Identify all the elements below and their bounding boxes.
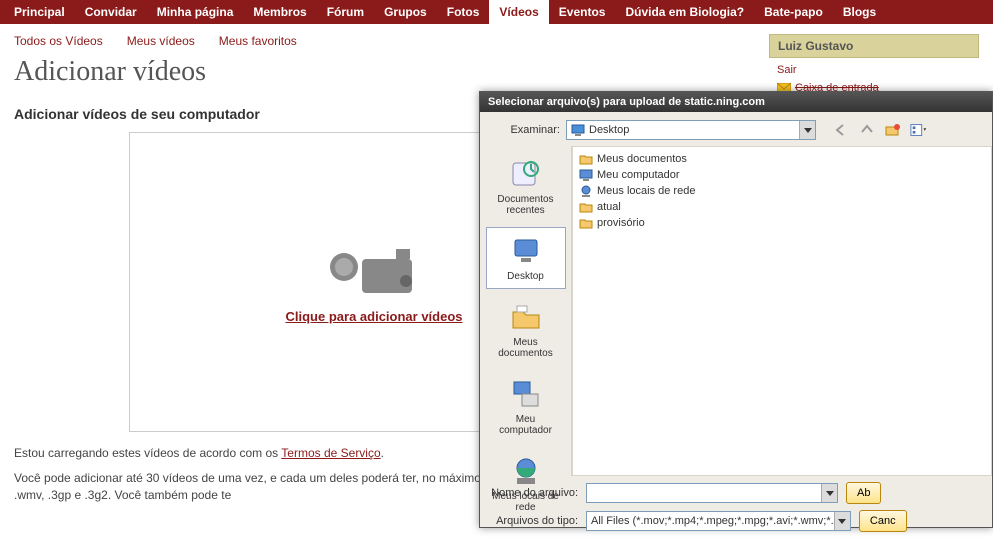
top-nav: PrincipalConvidarMinha páginaMembrosFóru… — [0, 0, 993, 24]
nav-fotos[interactable]: Fotos — [437, 0, 490, 24]
nav-v-deos[interactable]: Vídeos — [489, 0, 548, 24]
dialog-toolbar — [832, 121, 928, 139]
chevron-down-icon[interactable] — [821, 484, 837, 502]
places-desktop[interactable]: Desktop — [486, 227, 566, 289]
places-meu-computador[interactable]: Meu computador — [486, 370, 566, 443]
terms-post: . — [381, 446, 384, 460]
subnav-my-videos[interactable]: Meus vídeos — [127, 34, 195, 48]
user-name: Luiz Gustavo — [769, 34, 979, 58]
logout-link[interactable]: Sair — [777, 64, 797, 76]
terms-pre: Estou carregando estes vídeos de acordo … — [14, 446, 281, 460]
subnav-my-favorites[interactable]: Meus favoritos — [219, 34, 297, 48]
subnav-all-videos[interactable]: Todos os Vídeos — [14, 34, 103, 48]
dialog-body: Documentos recentesDesktopMeus documento… — [480, 146, 992, 476]
up-icon[interactable] — [858, 121, 876, 139]
places-meus-documentos[interactable]: Meus documentos — [486, 293, 566, 366]
file-open-dialog: Selecionar arquivo(s) para upload de sta… — [479, 91, 993, 528]
dialog-title: Selecionar arquivo(s) para upload de sta… — [480, 92, 992, 112]
cancel-button[interactable]: Canc — [859, 510, 907, 532]
nav-principal[interactable]: Principal — [4, 0, 75, 24]
nav-d-vida-em-biologia-[interactable]: Dúvida em Biologia? — [615, 0, 754, 24]
new-folder-icon[interactable] — [884, 121, 902, 139]
file-item[interactable]: Meus documentos — [579, 151, 985, 167]
nav-bate-papo[interactable]: Bate-papo — [754, 0, 833, 24]
chevron-down-icon[interactable] — [834, 512, 850, 530]
nav-membros[interactable]: Membros — [243, 0, 316, 24]
filetype-value: All Files (*.mov;*.mp4;*.mpeg;*.mpg;*.av… — [591, 515, 846, 527]
places-sidebar: Documentos recentesDesktopMeus documento… — [480, 146, 572, 476]
filetype-label: Arquivos do tipo: — [486, 515, 578, 527]
nav-grupos[interactable]: Grupos — [374, 0, 437, 24]
nav-convidar[interactable]: Convidar — [75, 0, 147, 24]
chevron-down-icon[interactable] — [799, 121, 815, 139]
places-meus-locais-de-rede[interactable]: Meus locais de rede — [486, 447, 566, 520]
filename-label: Nome do arquivo: — [486, 487, 578, 499]
examine-label: Examinar: — [486, 124, 560, 136]
filename-input[interactable] — [586, 483, 838, 503]
filetype-combo[interactable]: All Files (*.mov;*.mp4;*.mpeg;*.mpg;*.av… — [586, 511, 851, 531]
examine-combo[interactable]: Desktop — [566, 120, 816, 140]
file-item[interactable]: Meus locais de rede — [579, 183, 985, 199]
view-menu-icon[interactable] — [910, 121, 928, 139]
page-title: Adicionar vídeos — [14, 56, 749, 88]
nav-eventos[interactable]: Eventos — [549, 0, 616, 24]
camcorder-icon — [324, 241, 424, 301]
look-in-row: Examinar: Desktop — [480, 112, 992, 146]
file-item[interactable]: atual — [579, 199, 985, 215]
nav-minha-p-gina[interactable]: Minha página — [147, 0, 244, 24]
nav-f-rum[interactable]: Fórum — [317, 0, 374, 24]
add-videos-link[interactable]: Clique para adicionar vídeos — [286, 309, 463, 324]
sub-nav: Todos os Vídeos Meus vídeos Meus favorit… — [14, 34, 749, 48]
examine-value: Desktop — [589, 124, 629, 136]
desktop-icon — [571, 123, 585, 137]
nav-blogs[interactable]: Blogs — [833, 0, 886, 24]
terms-link[interactable]: Termos de Serviço — [281, 446, 380, 460]
file-item[interactable]: Meu computador — [579, 167, 985, 183]
places-documentos-recentes[interactable]: Documentos recentes — [486, 150, 566, 223]
file-item[interactable]: provisório — [579, 215, 985, 231]
back-icon[interactable] — [832, 121, 850, 139]
file-list[interactable]: Meus documentosMeu computadorMeus locais… — [572, 146, 992, 476]
open-button[interactable]: Ab — [846, 482, 881, 504]
